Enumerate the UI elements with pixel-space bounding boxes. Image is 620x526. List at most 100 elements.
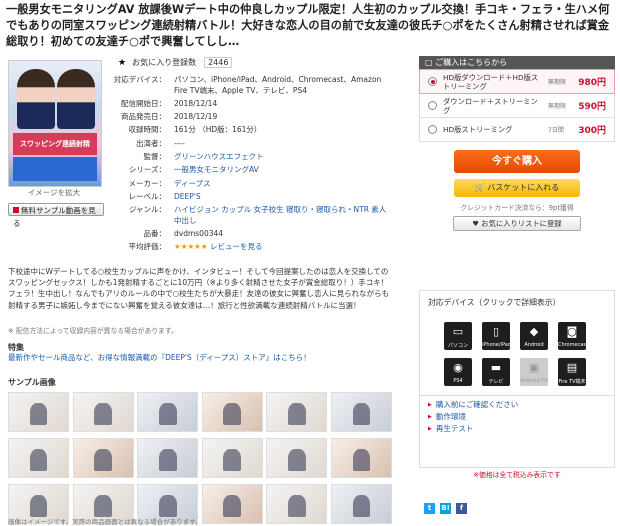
product-info-table: 対応デバイス： パソコン、iPhone/iPad、Android、Chromeca… — [104, 75, 389, 256]
free-sample-label: 無料サンプル動画を見る — [13, 206, 96, 228]
rating-value: ★★★★★ レビューを見る — [166, 242, 389, 253]
purchase-panel: ▢ ご購入はこちらから HD版ダウンロード＋HD版ストリーミング 無期限 980円ダ… — [419, 56, 615, 231]
twitter-icon[interactable]: t — [424, 503, 435, 514]
info-value[interactable]: DEEP'S — [166, 192, 389, 203]
credit-points-note: クレジットカード決済なら：9pt獲得 — [460, 204, 574, 212]
info-value: dvdms00344 — [174, 228, 224, 238]
review-link[interactable]: レビューを見る — [210, 242, 263, 251]
sample-images-grid — [8, 392, 392, 524]
info-row: 出演者： ---- — [104, 139, 389, 150]
info-row: メーカー： ディープス — [104, 179, 389, 190]
sample-thumbnail[interactable] — [137, 392, 199, 432]
play-icon — [13, 207, 19, 213]
info-link[interactable]: 一般男女モニタリングAV — [174, 165, 259, 174]
purchase-option[interactable]: HD版ストリーミング 7日間 300円 — [419, 118, 615, 142]
info-value[interactable]: 一般男女モニタリングAV — [166, 165, 389, 176]
info-value: 161分 （HD版：161分） — [174, 125, 262, 135]
option-period: 無期限 — [548, 103, 567, 110]
buy-now-button[interactable]: 今すぐ購入 — [454, 150, 580, 173]
free-sample-button[interactable]: 無料サンプル動画を見る — [8, 203, 104, 228]
sample-thumbnail[interactable] — [201, 392, 263, 432]
product-cover-image[interactable]: スワッピング連続射精 — [8, 60, 102, 187]
sample-thumbnail[interactable] — [330, 392, 392, 432]
hatena-icon[interactable]: B! — [440, 503, 451, 514]
device-label: テレビ — [488, 379, 504, 385]
device-label: パソコン — [447, 343, 468, 349]
info-value[interactable]: グリーンハウスエフェクト — [166, 152, 389, 163]
sample-thumbnail[interactable] — [330, 438, 392, 478]
chromecast-icon: ◙ — [566, 325, 578, 338]
feature-link[interactable]: 最新作やセール商品など、お得な情報満載の『DEEP'S（ディープス）ストア』はこ… — [8, 352, 311, 363]
favorites-number: 2446 — [204, 57, 233, 68]
help-links: 購入前にご確認ください動作環境再生テスト — [419, 395, 615, 468]
device-chromecast[interactable]: ◙ Chromecast — [558, 322, 588, 350]
add-to-cart-button[interactable]: 🛒 バスケットに入れる — [454, 179, 580, 197]
radio-button[interactable] — [428, 77, 437, 86]
info-value[interactable]: ハイビジョン カップル 女子校生 寝取り・寝取られ・NTR 素人 中出し — [166, 205, 389, 226]
sample-thumbnail[interactable] — [72, 392, 134, 432]
device-fire-tv[interactable]: ▤ Fire TV端末 — [558, 358, 586, 386]
option-name: HD版ダウンロード＋HD版ストリーミング — [443, 72, 539, 91]
info-row: 監督： グリーンハウスエフェクト — [104, 152, 389, 163]
info-label: シリーズ： — [128, 165, 166, 175]
info-link[interactable]: DEEP'S — [174, 192, 201, 201]
purchase-header: ▢ ご購入はこちらから — [419, 56, 615, 69]
option-name: ダウンロード＋ストリーミング — [443, 96, 538, 115]
info-value: パソコン、iPhone/iPad、Android、Chromecast、Amaz… — [174, 75, 382, 95]
device-android-tv[interactable]: ▣ Android TV — [520, 358, 548, 386]
sample-thumbnail[interactable] — [8, 392, 69, 432]
sample-thumbnail[interactable] — [266, 438, 328, 478]
help-link[interactable]: 購入前にご確認ください — [436, 400, 518, 409]
info-label: ジャンル： — [128, 205, 166, 215]
cart-label: バスケットに入れる — [487, 183, 560, 192]
device-support-heading[interactable]: 対応デバイス（クリックで詳細表示） — [420, 291, 614, 308]
radio-button[interactable] — [428, 101, 437, 110]
android-icon: ◆ — [529, 325, 539, 338]
sample-thumbnail[interactable] — [8, 438, 69, 478]
add-to-favorites-button[interactable]: ♥ お気に入りリストに登録 — [453, 216, 581, 231]
help-link[interactable]: 動作環境 — [436, 412, 466, 421]
sample-thumbnail[interactable] — [330, 484, 392, 524]
rating-stars: ★★★★★ — [174, 242, 208, 252]
option-price: 980円 — [578, 78, 606, 88]
info-label: 品番： — [143, 228, 167, 238]
info-link[interactable]: ハイビジョン カップル 女子校生 寝取り・寝取られ・NTR 素人 中出し — [174, 205, 386, 225]
info-value[interactable]: ディープス — [166, 179, 389, 190]
info-row: 品番： dvdms00344 — [104, 229, 389, 240]
sample-thumbnail[interactable] — [266, 484, 328, 524]
device-iphone[interactable]: ▯ iPhone/iPad — [482, 322, 511, 350]
facebook-icon[interactable]: f — [456, 503, 467, 514]
device-support-box: 対応デバイス（クリックで詳細表示） ▭ パソコン ▯ iPhone/iPad ◆ Andr… — [419, 290, 615, 396]
info-link[interactable]: グリーンハウスエフェクト — [174, 152, 264, 161]
device-pc[interactable]: ▭ パソコン — [444, 322, 472, 350]
info-label: レーベル： — [128, 191, 167, 201]
sample-thumbnail[interactable] — [201, 484, 263, 524]
info-value: 2018/12/19 — [174, 112, 218, 122]
cover-text: スワッピング連続射精 — [13, 133, 97, 155]
enlarge-image-link[interactable]: イメージを拡大 — [10, 187, 98, 198]
ps4-icon: ◉ — [453, 361, 463, 374]
purchase-option[interactable]: ダウンロード＋ストリーミング 無期限 590円 — [419, 94, 615, 118]
info-row: 収録時間： 161分 （HD版：161分） — [104, 125, 389, 136]
sample-thumbnail[interactable] — [266, 392, 328, 432]
info-label: 対応デバイス： — [113, 75, 166, 84]
info-label: メーカー： — [128, 178, 167, 188]
info-row: 対応デバイス： パソコン、iPhone/iPad、Android、Chromeca… — [104, 75, 389, 96]
sample-thumbnail[interactable] — [137, 438, 199, 478]
pc-icon: ▭ — [452, 325, 464, 338]
device-android[interactable]: ◆ Android — [520, 322, 548, 350]
device-tv[interactable]: ▬ テレビ — [482, 358, 510, 386]
help-link-item: 動作環境 — [428, 411, 614, 423]
radio-button[interactable] — [428, 125, 437, 134]
sample-thumbnail[interactable] — [72, 438, 134, 478]
info-link[interactable]: ディープス — [174, 179, 211, 188]
device-ps4[interactable]: ◉ PS4 — [444, 358, 472, 386]
device-grid: ▭ パソコン ▯ iPhone/iPad ◆ Android ◙ Chromecast ◉ PS4… — [444, 322, 588, 386]
sample-thumbnail[interactable] — [201, 438, 263, 478]
purchase-option[interactable]: HD版ダウンロード＋HD版ストリーミング 無期限 980円 — [419, 69, 615, 94]
info-row: シリーズ： 一般男女モニタリングAV — [104, 165, 389, 176]
favorites-count: ★ お気に入り登録数 2446 — [118, 57, 233, 68]
help-link[interactable]: 再生テスト — [436, 424, 474, 433]
info-row: 配信開始日： 2018/12/14 — [104, 99, 389, 110]
cover-figure — [57, 69, 95, 129]
